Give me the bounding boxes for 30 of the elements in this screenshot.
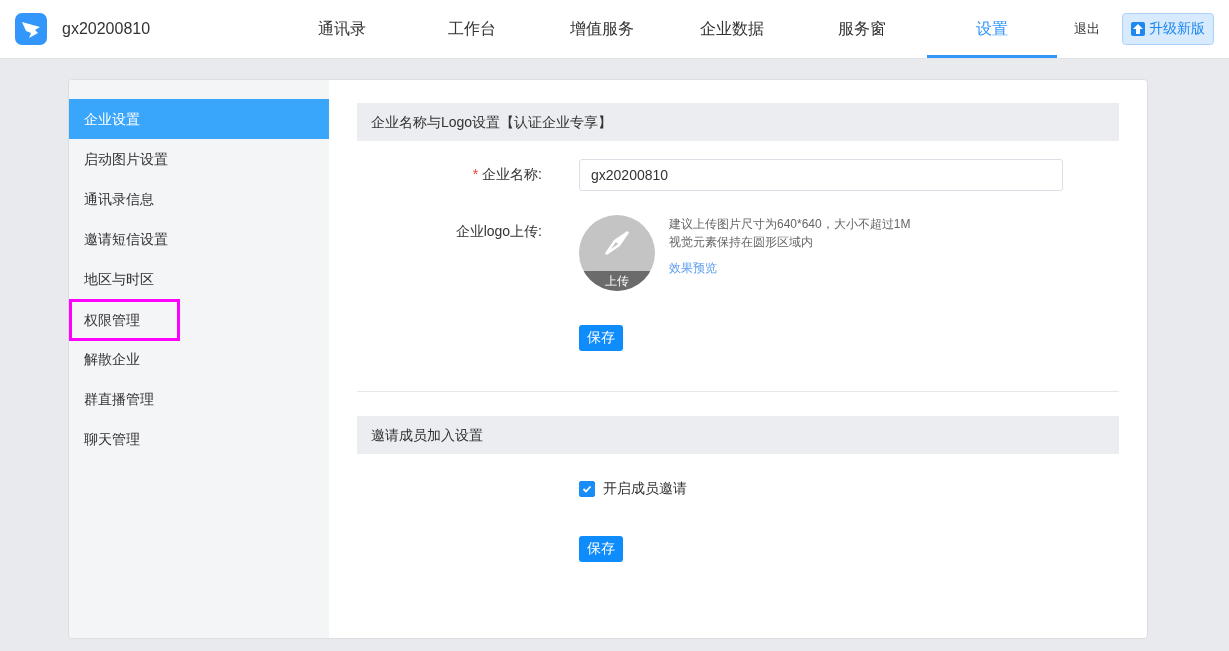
section-title: 企业名称与Logo设置【认证企业专享】 — [357, 103, 1119, 141]
sidebar-item[interactable]: 解散企业 — [69, 339, 329, 379]
logo-upload-circle[interactable]: 上传 — [579, 215, 655, 291]
field-label: * 企业名称: — [471, 166, 542, 184]
hint-text: 建议上传图片尺寸为640*640，大小不超过1M — [669, 216, 911, 233]
nav-tab[interactable]: 通讯录 — [277, 0, 407, 58]
app-logo-icon — [15, 13, 47, 45]
sidebar-item[interactable]: 群直播管理 — [69, 379, 329, 419]
organization-name: gx20200810 — [62, 20, 152, 38]
sidebar-item[interactable]: 邀请短信设置 — [69, 219, 329, 259]
sidebar-item[interactable]: 聊天管理 — [69, 419, 329, 459]
nav-tab[interactable]: 服务窗 — [797, 0, 927, 58]
upload-arrow-icon — [1131, 22, 1145, 36]
sidebar-item[interactable]: 地区与时区 — [69, 259, 329, 299]
sidebar-item[interactable]: 启动图片设置 — [69, 139, 329, 179]
sidebar-item[interactable]: 通讯录信息 — [69, 179, 329, 219]
nav-tab[interactable]: 工作台 — [407, 0, 537, 58]
section-title: 邀请成员加入设置 — [357, 416, 1119, 454]
nav-tab[interactable]: 增值服务 — [537, 0, 667, 58]
nav-tab[interactable]: 企业数据 — [667, 0, 797, 58]
field-label: 企业logo上传: — [454, 222, 542, 241]
checkbox[interactable] — [579, 481, 595, 497]
compass-icon — [603, 229, 631, 257]
hint-text: 视觉元素保持在圆形区域内 — [669, 234, 814, 251]
sidebar-item[interactable]: 权限管理 — [69, 299, 329, 339]
checkbox-label: 开启成员邀请 — [603, 480, 687, 498]
company-name-field[interactable]: gx20200810 — [579, 159, 1063, 191]
highlight-frame: 权限管理 — [69, 299, 180, 341]
logout-link[interactable]: 退出 — [1057, 20, 1117, 38]
checkmark-icon — [582, 484, 592, 494]
